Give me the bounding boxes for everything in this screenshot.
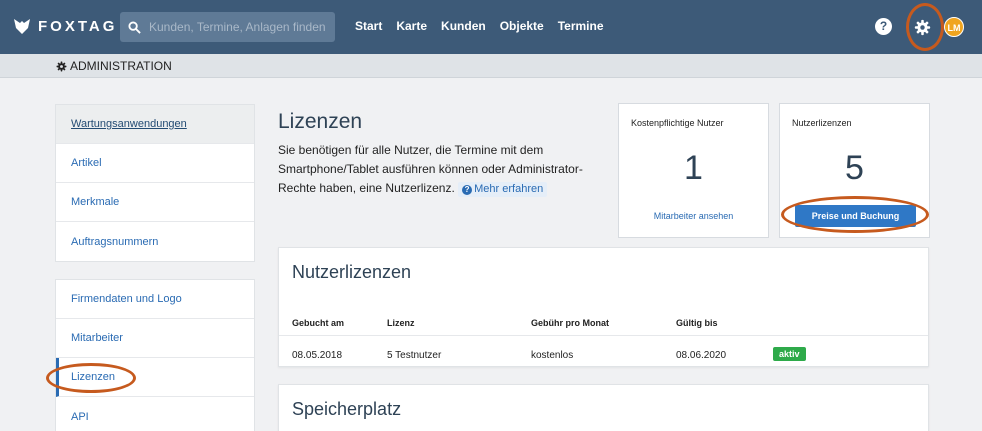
- sidebar-item-auftragsnummern[interactable]: Auftragsnummern: [56, 222, 254, 261]
- gear-icon: [56, 61, 67, 71]
- col-header-booked: Gebucht am: [292, 318, 345, 328]
- sidebar-item-wartungsanwendungen[interactable]: Wartungsanwendungen: [56, 105, 254, 144]
- top-navbar: FOXTAG Start Karte Kunden Objekte Termin…: [0, 0, 982, 54]
- nav-kunden[interactable]: Kunden: [441, 19, 486, 33]
- sidebar-item-mitarbeiter[interactable]: Mitarbeiter: [56, 319, 254, 358]
- cell-booked: 08.05.2018: [292, 350, 343, 361]
- highlight-ring: [46, 363, 136, 393]
- sidebar-item-merkmale[interactable]: Merkmale: [56, 183, 254, 222]
- paid-users-count: 1: [684, 149, 703, 187]
- status-badge: aktiv: [773, 347, 806, 361]
- main-nav: Start Karte Kunden Objekte Termine: [355, 19, 604, 33]
- nav-start[interactable]: Start: [355, 19, 382, 33]
- page-title: Lizenzen: [278, 110, 363, 133]
- page-description: Sie benötigen für alle Nutzer, die Termi…: [278, 141, 608, 198]
- search-input[interactable]: [149, 20, 329, 34]
- cell-valid-until: 08.06.2020: [676, 350, 727, 361]
- licenses-panel: Nutzerlizenzen Gebucht am Lizenz Gebühr …: [278, 247, 929, 367]
- col-header-fee: Gebühr pro Monat: [531, 318, 609, 328]
- search-box[interactable]: [120, 12, 335, 42]
- sidebar-group-2: Firmendaten und Logo Mitarbeiter Lizenze…: [55, 279, 255, 431]
- highlight-ring: [781, 196, 929, 233]
- cell-license: 5 Testnutzer: [387, 350, 442, 361]
- storage-panel-title: Speicherplatz: [292, 399, 402, 419]
- logo[interactable]: FOXTAG: [12, 16, 117, 36]
- question-icon: ?: [462, 185, 473, 195]
- settings-button[interactable]: [906, 3, 944, 51]
- col-header-license: Lizenz: [387, 318, 415, 328]
- more-info-label: Mehr erfahren: [474, 183, 544, 195]
- col-header-valid-until: Gültig bis: [676, 318, 718, 328]
- admin-title: ADMINISTRATION: [70, 59, 172, 73]
- sidebar-item-firmendaten[interactable]: Firmendaten und Logo: [56, 280, 254, 319]
- page-section-title: ADMINISTRATION: [56, 59, 172, 73]
- paid-users-card: Kostenpflichtige Nutzer 1 Mitarbeiter an…: [618, 103, 769, 238]
- licenses-panel-title: Nutzerlizenzen: [292, 262, 412, 282]
- user-licenses-count: 5: [845, 149, 864, 187]
- storage-panel: Speicherplatz: [278, 384, 929, 431]
- sidebar-item-artikel[interactable]: Artikel: [56, 144, 254, 183]
- nav-objekte[interactable]: Objekte: [500, 19, 544, 33]
- sidebar-group-1: Wartungsanwendungen Artikel Merkmale Auf…: [55, 104, 255, 262]
- view-employees-link[interactable]: Mitarbeiter ansehen: [619, 211, 768, 221]
- help-icon[interactable]: ?: [875, 18, 892, 35]
- table-divider: [279, 335, 928, 336]
- nav-termine[interactable]: Termine: [558, 19, 604, 33]
- fox-logo-icon: [14, 19, 30, 34]
- paid-users-label: Kostenpflichtige Nutzer: [631, 118, 724, 128]
- admin-subheader: ADMINISTRATION: [0, 54, 982, 78]
- avatar[interactable]: LM: [944, 17, 964, 37]
- logo-text: FOXTAG: [38, 17, 118, 35]
- cell-fee: kostenlos: [531, 350, 574, 361]
- search-icon: [128, 20, 141, 34]
- more-info-link[interactable]: ? Mehr erfahren: [458, 182, 548, 197]
- sidebar-item-api[interactable]: API: [56, 397, 254, 431]
- highlight-ring: [906, 3, 944, 51]
- user-licenses-label: Nutzerlizenzen: [792, 118, 852, 128]
- nav-karte[interactable]: Karte: [396, 19, 427, 33]
